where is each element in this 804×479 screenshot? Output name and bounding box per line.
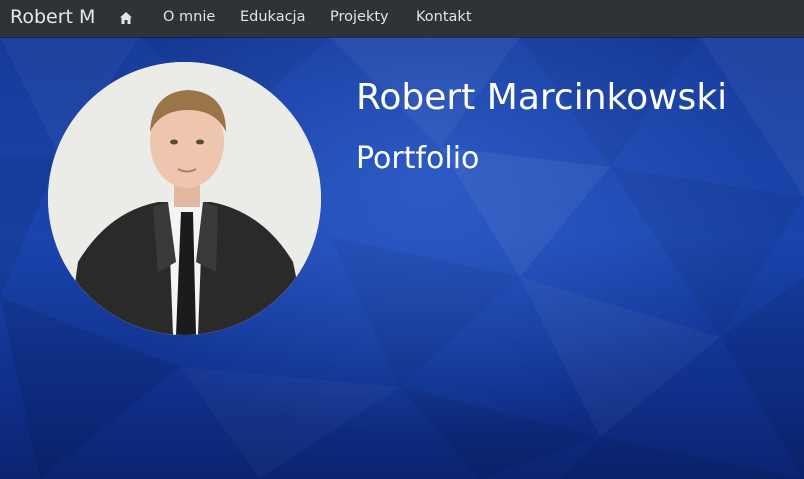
portrait-image [48, 62, 321, 335]
hero-title: Robert Marcinkowski [356, 77, 728, 118]
nav-link-o-mnie[interactable]: O mnie [163, 9, 215, 25]
nav-link-projekty[interactable]: Projekty [330, 9, 389, 25]
nav-link-edukacja[interactable]: Edukacja [240, 9, 305, 25]
profile-avatar [48, 62, 321, 335]
top-navbar: Robert M O mnie Edukacja Projekty Kontak… [0, 0, 804, 37]
hero-section: Robert Marcinkowski Portfolio [0, 37, 804, 479]
hero-subtitle: Portfolio [356, 141, 480, 176]
navbar-brand[interactable]: Robert M [10, 6, 95, 28]
home-icon[interactable] [119, 10, 133, 24]
nav-link-kontakt[interactable]: Kontakt [416, 9, 472, 25]
